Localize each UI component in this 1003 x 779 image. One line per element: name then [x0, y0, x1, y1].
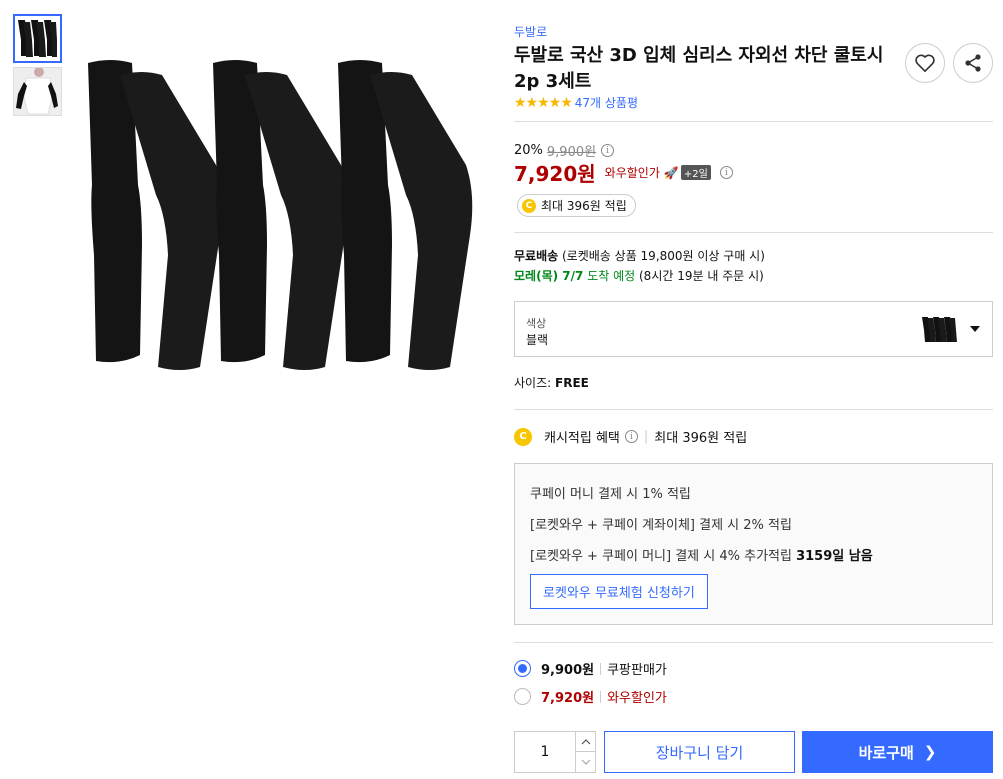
add-to-cart-button[interactable]: 장바구니 담기 [604, 731, 795, 773]
buy-now-button[interactable]: 바로구매 ❯ [802, 731, 993, 773]
free-shipping-condition: (로켓배송 상품 19,800원 이상 구매 시) [562, 249, 765, 263]
rocket-icon: 🚀 [663, 165, 679, 180]
benefit-line: [로켓와우 + 쿠페이 머니] 결제 시 4% 추가적립 3159일 남음 [530, 545, 873, 564]
price-option-wow[interactable]: 7,920원 와우할인가 [514, 687, 667, 706]
option-value: 블랙 [526, 333, 549, 347]
cash-benefit-max: 최대 396원 적립 [654, 431, 748, 446]
quantity-increase-button[interactable] [576, 732, 596, 752]
price-option-price: 7,920원 [541, 691, 595, 706]
cash-benefit-box: 쿠페이 머니 결제 시 1% 적립 [로켓와우 + 쿠페이 계좌이체] 결제 시… [514, 463, 993, 625]
thumbnail-black-sleeves[interactable] [13, 14, 62, 63]
cash-benefit-label: 캐시적립 혜택 [544, 431, 620, 446]
radio-button[interactable] [514, 688, 531, 705]
info-icon[interactable]: i [624, 430, 638, 443]
sale-price-row: 7,920원 와우할인가 🚀 +2일 i [514, 158, 733, 187]
chevron-right-icon: ❯ [923, 743, 937, 761]
cash-pill-text: 최대 396원 적립 [541, 199, 627, 213]
free-shipping-label: 무료배송 [514, 249, 559, 263]
info-icon[interactable]: i [719, 166, 733, 179]
arrival-day: 모레(목) 7/7 [514, 269, 584, 283]
arrival-condition: (8시간 19분 내 주문 시) [639, 269, 764, 283]
model-thumbnail-image [14, 68, 61, 115]
divider [514, 232, 993, 233]
arrival-row: 모레(목) 7/7 도착 예정 (8시간 19분 내 주문 시) [514, 267, 764, 284]
separator: | [643, 429, 649, 444]
price-option-label: 와우할인가 [607, 691, 667, 706]
buy-now-label: 바로구매 [858, 743, 914, 762]
option-thumbnail [922, 317, 957, 342]
price-option-regular[interactable]: 9,900원 쿠팡판매가 [514, 659, 667, 678]
days-left: 3159일 남음 [796, 549, 873, 564]
benefit-line: 쿠페이 머니 결제 시 1% 적립 [530, 487, 691, 502]
size-value: FREE [555, 376, 589, 390]
chevron-down-icon [581, 759, 591, 765]
color-option-dropdown[interactable]: 색상 블랙 [514, 301, 993, 357]
cash-reward-pill: C 최대 396원 적립 [517, 194, 636, 217]
sale-price-label: 와우할인가 [604, 166, 660, 180]
review-count-link[interactable]: 47개 상품평 [575, 94, 638, 111]
coin-icon: C [514, 427, 532, 446]
rating-row: ★★★★★ 47개 상품평 [514, 94, 638, 111]
quantity-stepper [514, 731, 596, 773]
size-label: 사이즈: [514, 376, 552, 390]
free-shipping-row: 무료배송 (로켓배송 상품 19,800원 이상 구매 시) [514, 247, 765, 264]
discount-rate: 20% [514, 143, 543, 158]
coin-icon: C [522, 198, 536, 213]
heart-icon [915, 54, 935, 72]
benefit-line-text: [로켓와우 + 쿠페이 머니] 결제 시 4% 추가적립 [530, 549, 792, 564]
separator [600, 690, 602, 703]
option-label: 색상 [526, 317, 547, 330]
cash-benefit-title: C 캐시적립 혜택 i | 최대 396원 적립 [514, 427, 747, 446]
chevron-up-icon [581, 738, 591, 744]
info-icon[interactable]: i [601, 144, 615, 157]
divider [514, 409, 993, 410]
quantity-decrease-button[interactable] [576, 752, 596, 772]
favorite-button[interactable] [905, 43, 945, 83]
product-title: 두발로 국산 3D 입체 심리스 자외선 차단 쿨토시 2p 3세트 [514, 45, 884, 92]
share-icon [965, 54, 981, 72]
product-main-image [88, 60, 473, 370]
benefit-line: [로켓와우 + 쿠페이 계좌이체] 결제 시 2% 적립 [530, 518, 792, 533]
brand-link[interactable]: 두발로 [514, 23, 547, 40]
rocket-wow-trial-button[interactable]: 로켓와우 무료체험 신청하기 [530, 574, 708, 609]
quantity-buttons [575, 732, 596, 772]
rating-stars: ★★★★★ [514, 94, 573, 111]
price-option-price: 9,900원 [541, 663, 595, 678]
separator [600, 662, 602, 675]
plus-badge: +2일 [680, 165, 711, 180]
share-button[interactable] [953, 43, 993, 83]
quantity-input[interactable] [515, 732, 575, 772]
divider [514, 642, 993, 643]
arrival-text: 도착 예정 [587, 269, 636, 283]
dropdown-arrow-icon [970, 326, 980, 332]
thumbnail-model-wearing[interactable] [13, 67, 62, 116]
sleeves-thumbnail-image [18, 20, 57, 57]
size-row: 사이즈: FREE [514, 374, 589, 391]
radio-button[interactable] [514, 660, 531, 677]
sale-price: 7,920원 [514, 162, 596, 186]
divider [514, 121, 993, 122]
price-option-label: 쿠팡판매가 [607, 663, 667, 678]
